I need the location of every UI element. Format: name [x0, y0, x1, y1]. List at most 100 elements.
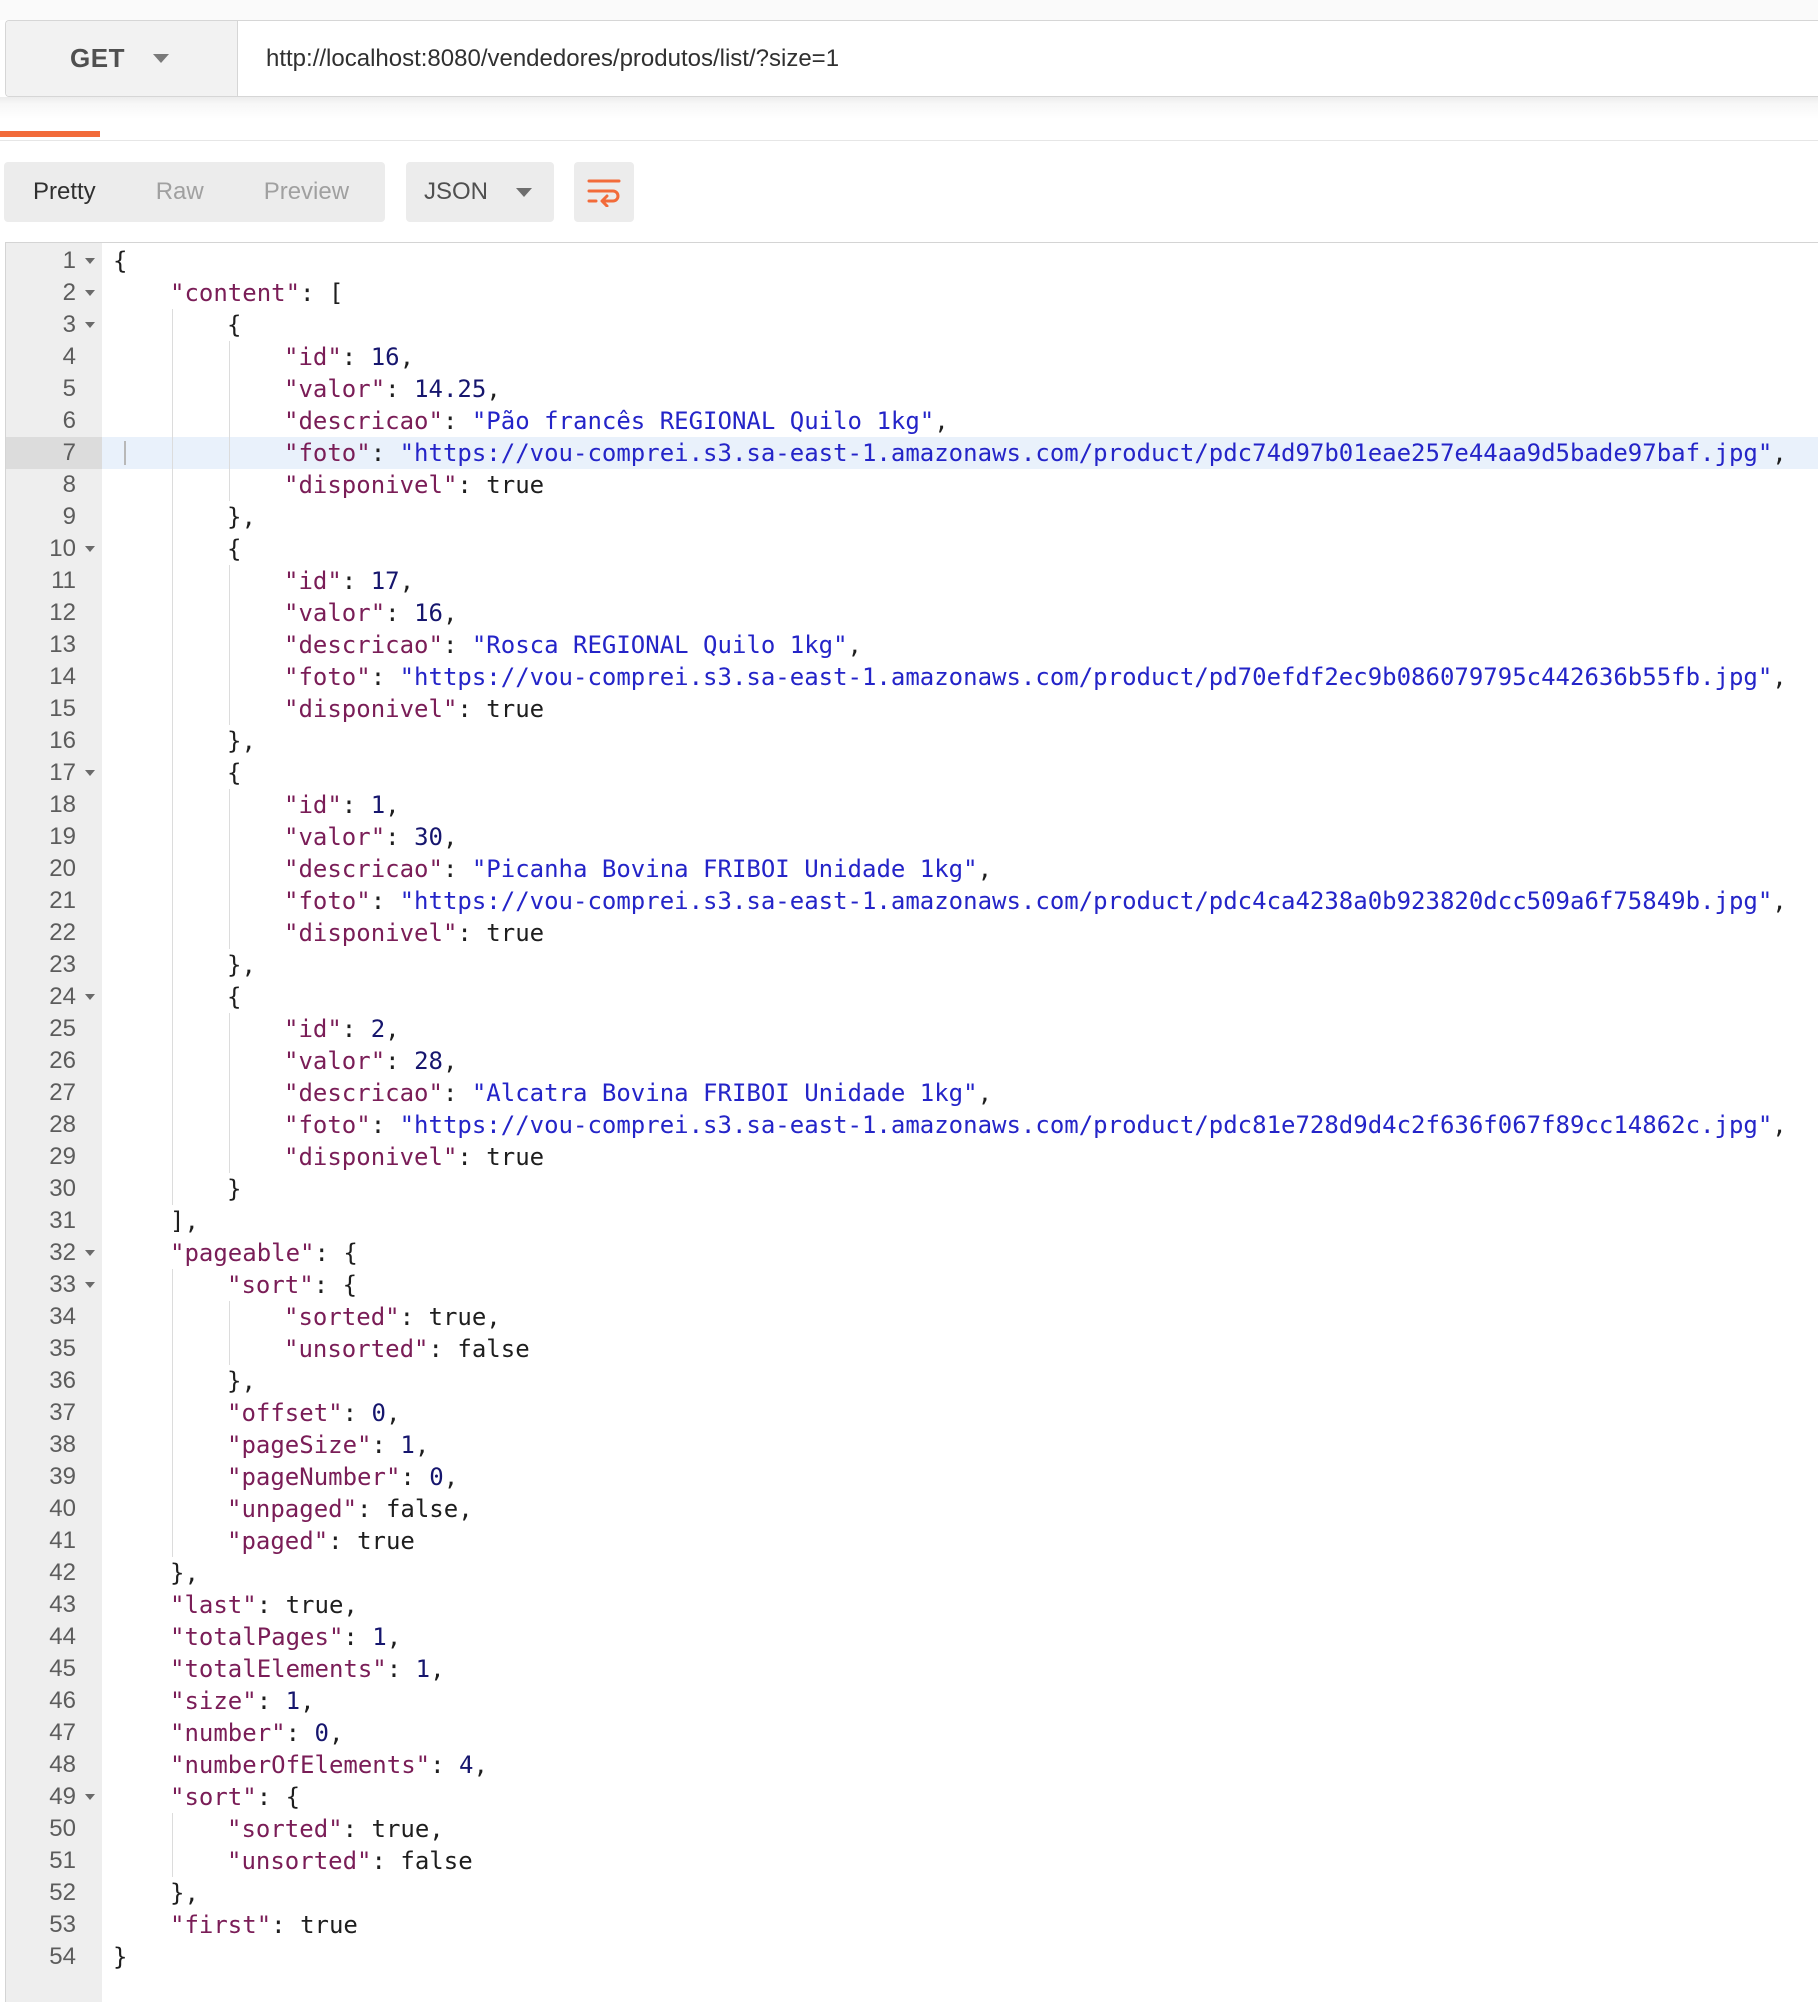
line-number-text: 42	[49, 1559, 76, 1586]
line-number: 22	[6, 917, 102, 949]
tab-raw[interactable]: Raw	[156, 178, 204, 206]
indent-guide	[172, 1077, 173, 1109]
request-bar-shadow	[0, 97, 1818, 119]
line-number: 38	[6, 1429, 102, 1461]
json-punctuation: ,	[430, 1655, 445, 1683]
fold-toggle-icon[interactable]	[85, 546, 95, 552]
tab-pretty[interactable]: Pretty	[33, 178, 96, 206]
json-key: "id"	[284, 343, 342, 371]
json-punctuation: ,	[1772, 1111, 1787, 1139]
json-key: "size"	[170, 1687, 257, 1715]
line-number-text: 51	[49, 1847, 76, 1874]
url-input[interactable]	[238, 21, 1818, 96]
code-line: 11 "id": 17,	[6, 565, 1818, 597]
code-line: 7 "foto": "https://vou-comprei.s3.sa-east…	[6, 437, 1818, 469]
json-punctuation: ,	[429, 1815, 444, 1843]
code-text: ],	[170, 1205, 199, 1237]
fold-toggle-icon[interactable]	[85, 770, 95, 776]
json-punctuation: : {	[256, 1783, 301, 1811]
indent-guide	[172, 661, 173, 693]
indent-guide	[172, 1045, 173, 1077]
line-number-text: 46	[49, 1687, 76, 1714]
fold-toggle-icon[interactable]	[85, 994, 95, 1000]
line-number-text: 27	[49, 1079, 76, 1106]
code-line: 31],	[6, 1205, 1818, 1237]
line-number: 9	[6, 501, 102, 533]
json-boolean: true	[371, 1815, 430, 1843]
line-number: 19	[6, 821, 102, 853]
chevron-down-icon	[152, 54, 169, 63]
json-punctuation: ,	[486, 375, 501, 403]
code-line: 34 "sorted": true,	[6, 1301, 1818, 1333]
json-key: "disponivel"	[284, 919, 458, 947]
line-number-text: 2	[62, 279, 76, 306]
json-key: "offset"	[227, 1399, 343, 1427]
fold-toggle-icon[interactable]	[85, 322, 95, 328]
indent-guide	[172, 1365, 173, 1397]
line-number-text: 52	[49, 1879, 76, 1906]
line-number: 36	[6, 1365, 102, 1397]
request-bar: GET	[5, 20, 1818, 97]
code-text: "sort": {	[227, 1269, 357, 1301]
code-line: 38 "pageSize": 1,	[6, 1429, 1818, 1461]
code-text: "paged": true	[227, 1525, 415, 1557]
view-mode-tabs: Pretty Raw Preview	[4, 162, 385, 222]
json-key: "foto"	[284, 439, 371, 467]
json-key: "last"	[170, 1591, 257, 1619]
code-line: 32 "pageable": {	[6, 1237, 1818, 1269]
indent-guide	[229, 597, 230, 629]
method-dropdown[interactable]: GET	[6, 21, 238, 96]
code-line: 16},	[6, 725, 1818, 757]
code-line: 3{	[6, 309, 1818, 341]
json-punctuation: ,	[443, 1463, 459, 1491]
json-number: 0	[371, 1399, 386, 1427]
code-line: 14 "foto": "https://vou-comprei.s3.sa-eas…	[6, 661, 1818, 693]
json-key: "pageNumber"	[227, 1463, 401, 1491]
indent-guide	[172, 821, 173, 853]
code-line: 24 {	[6, 981, 1818, 1013]
line-number: 1	[6, 245, 102, 277]
code-text: "unsorted": false	[284, 1333, 530, 1365]
response-body-editor[interactable]: 1{2 "content": [3{4 "id": 16, 5 "valor": 14.…	[5, 242, 1818, 2002]
line-number-text: 4	[62, 343, 76, 370]
code-line: 37 "offset": 0,	[6, 1397, 1818, 1429]
fold-toggle-icon[interactable]	[85, 1794, 95, 1800]
json-punctuation: :	[386, 1655, 416, 1683]
code-text: "offset": 0,	[227, 1397, 400, 1429]
json-number: 2	[370, 1015, 386, 1043]
json-punctuation: :	[341, 791, 371, 819]
line-number-text: 8	[62, 471, 76, 498]
line-number-text: 7	[62, 439, 76, 466]
code-line: 30}	[6, 1173, 1818, 1205]
line-number-text: 37	[49, 1399, 76, 1426]
json-key: "unsorted"	[284, 1335, 429, 1363]
code-text: "id": 17,	[284, 565, 414, 597]
fold-toggle-icon[interactable]	[85, 1282, 95, 1288]
line-number: 37	[6, 1397, 102, 1429]
line-number: 41	[6, 1525, 102, 1557]
json-key: "unsorted"	[227, 1847, 372, 1875]
format-dropdown[interactable]: JSON	[406, 162, 554, 222]
json-key: "descricao"	[284, 407, 443, 435]
fold-toggle-icon[interactable]	[85, 1250, 95, 1256]
code-line: 45 "totalElements": 1,	[6, 1653, 1818, 1685]
indent-guide	[172, 1013, 173, 1045]
line-number-text: 12	[49, 599, 76, 626]
line-number: 26	[6, 1045, 102, 1077]
wrap-lines-button[interactable]	[574, 162, 634, 222]
tab-preview[interactable]: Preview	[264, 178, 349, 206]
line-number-text: 15	[49, 695, 76, 722]
code-line: 50 "sorted": true,	[6, 1813, 1818, 1845]
json-punctuation: ,	[473, 1751, 488, 1779]
json-punctuation: :	[385, 823, 415, 851]
code-line: 1{	[6, 245, 1818, 277]
line-number: 23	[6, 949, 102, 981]
fold-toggle-icon[interactable]	[85, 290, 95, 296]
line-number: 33	[6, 1269, 102, 1301]
code-text: "id": 16,	[284, 341, 414, 373]
line-number-text: 44	[49, 1623, 76, 1650]
json-punctuation: ,	[1772, 439, 1787, 467]
line-number-text: 14	[49, 663, 76, 690]
fold-toggle-icon[interactable]	[85, 258, 95, 264]
code-line: 25 "id": 2,	[6, 1013, 1818, 1045]
